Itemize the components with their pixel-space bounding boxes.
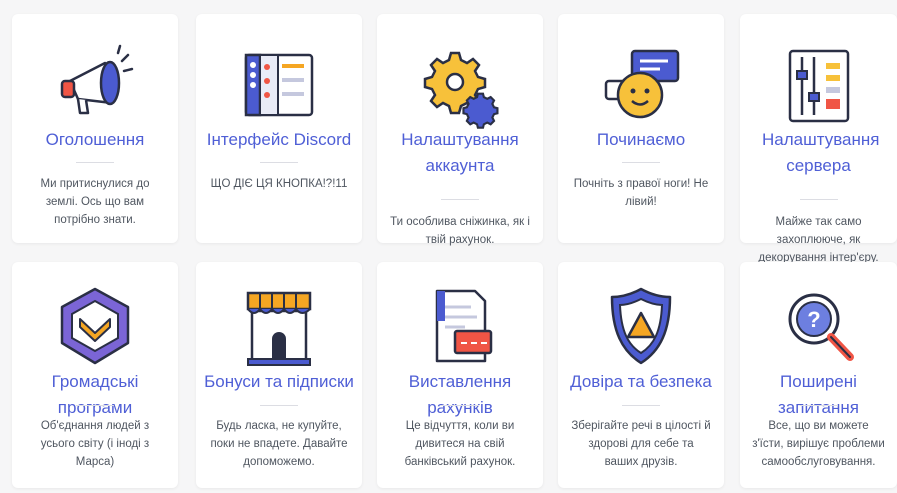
card-description: Це відчуття, коли ви дивитеся на свій ба… bbox=[404, 420, 516, 468]
card-title: Довіра та безпека bbox=[570, 372, 712, 391]
card-description: ЩО ДІЄ ЦЯ КНОПКА!?!11 bbox=[210, 178, 348, 190]
storefront-icon bbox=[196, 276, 362, 376]
category-card-account-settings[interactable]: Налаштування аккаунта Ти особлива сніжин… bbox=[377, 14, 543, 246]
category-card-announcements[interactable]: Оголошення Ми притиснулися до землі. Ось… bbox=[12, 14, 178, 243]
shield-icon bbox=[558, 276, 724, 376]
invoice-card-icon bbox=[377, 276, 543, 376]
interface-window-icon bbox=[196, 36, 362, 136]
card-description: Почніть з правої ноги! Не лівий! bbox=[573, 178, 709, 208]
category-card-community-programs[interactable]: Громадські програми Об'єднання людей з у… bbox=[12, 262, 178, 488]
title-divider bbox=[76, 162, 114, 163]
title-divider bbox=[799, 199, 838, 200]
category-card-faq[interactable]: ? Поширені запитання Все, що ви можете з… bbox=[740, 262, 897, 488]
help-categories-grid: Оголошення Ми притиснулися до землі. Ось… bbox=[0, 0, 897, 493]
card-description: Ми притиснулися до землі. Ось що вам пот… bbox=[40, 178, 150, 226]
question-magnifier-icon: ? bbox=[740, 276, 897, 376]
title-divider bbox=[799, 405, 838, 406]
community-badge-icon bbox=[12, 276, 178, 376]
category-card-perks-subscriptions[interactable]: Бонуси та підписки Будь ласка, не купуйт… bbox=[196, 262, 362, 488]
category-card-discord-interface[interactable]: Інтерфейс Discord ЩО ДІЄ ЦЯ КНОПКА!?!11 bbox=[196, 14, 362, 243]
category-card-getting-started[interactable]: Починаємо Почніть з правої ноги! Не ліви… bbox=[558, 14, 724, 243]
card-title: Починаємо bbox=[596, 130, 686, 149]
card-description: Зберігайте речі в цілості й здорові для … bbox=[571, 420, 711, 468]
title-divider bbox=[622, 405, 660, 406]
title-divider bbox=[260, 405, 298, 406]
card-description: Будь ласка, не купуйте, поки не впадете.… bbox=[210, 420, 348, 468]
card-title: Оголошення bbox=[45, 130, 145, 149]
title-divider bbox=[76, 405, 114, 406]
card-description: Все, що ви можете з'їсти, вирішує пробле… bbox=[752, 420, 885, 468]
category-card-billing[interactable]: Виставлення рахунків Це відчуття, коли в… bbox=[377, 262, 543, 488]
gears-icon bbox=[377, 36, 543, 136]
category-card-trust-safety[interactable]: Довіра та безпека Зберігайте речі в ціло… bbox=[558, 262, 724, 488]
server-sliders-icon bbox=[740, 36, 897, 136]
megaphone-icon bbox=[12, 36, 178, 136]
card-title: Бонуси та підписки bbox=[204, 372, 354, 391]
card-title: Налаштування аккаунта bbox=[401, 130, 519, 175]
card-description: Ти особлива сніжинка, як і твій рахунок. bbox=[390, 216, 530, 246]
card-description: Об'єднання людей з усього світу (і іноді… bbox=[40, 420, 150, 468]
title-divider bbox=[441, 405, 479, 406]
title-divider bbox=[441, 199, 479, 200]
title-divider bbox=[622, 162, 660, 163]
card-title: Поширені запитання bbox=[778, 372, 859, 417]
svg-text:?: ? bbox=[807, 307, 820, 332]
card-title: Громадські програми bbox=[51, 372, 139, 417]
smiley-chat-icon bbox=[558, 36, 724, 136]
category-card-server-settings[interactable]: Налаштування сервера Майже так само захо… bbox=[740, 14, 897, 264]
card-description: Майже так само захоплююче, як декоруванн… bbox=[758, 216, 879, 264]
title-divider bbox=[260, 162, 298, 163]
card-title: Інтерфейс Discord bbox=[206, 130, 352, 149]
card-title: Налаштування сервера bbox=[762, 130, 880, 175]
card-title: Виставлення рахунків bbox=[408, 372, 512, 417]
